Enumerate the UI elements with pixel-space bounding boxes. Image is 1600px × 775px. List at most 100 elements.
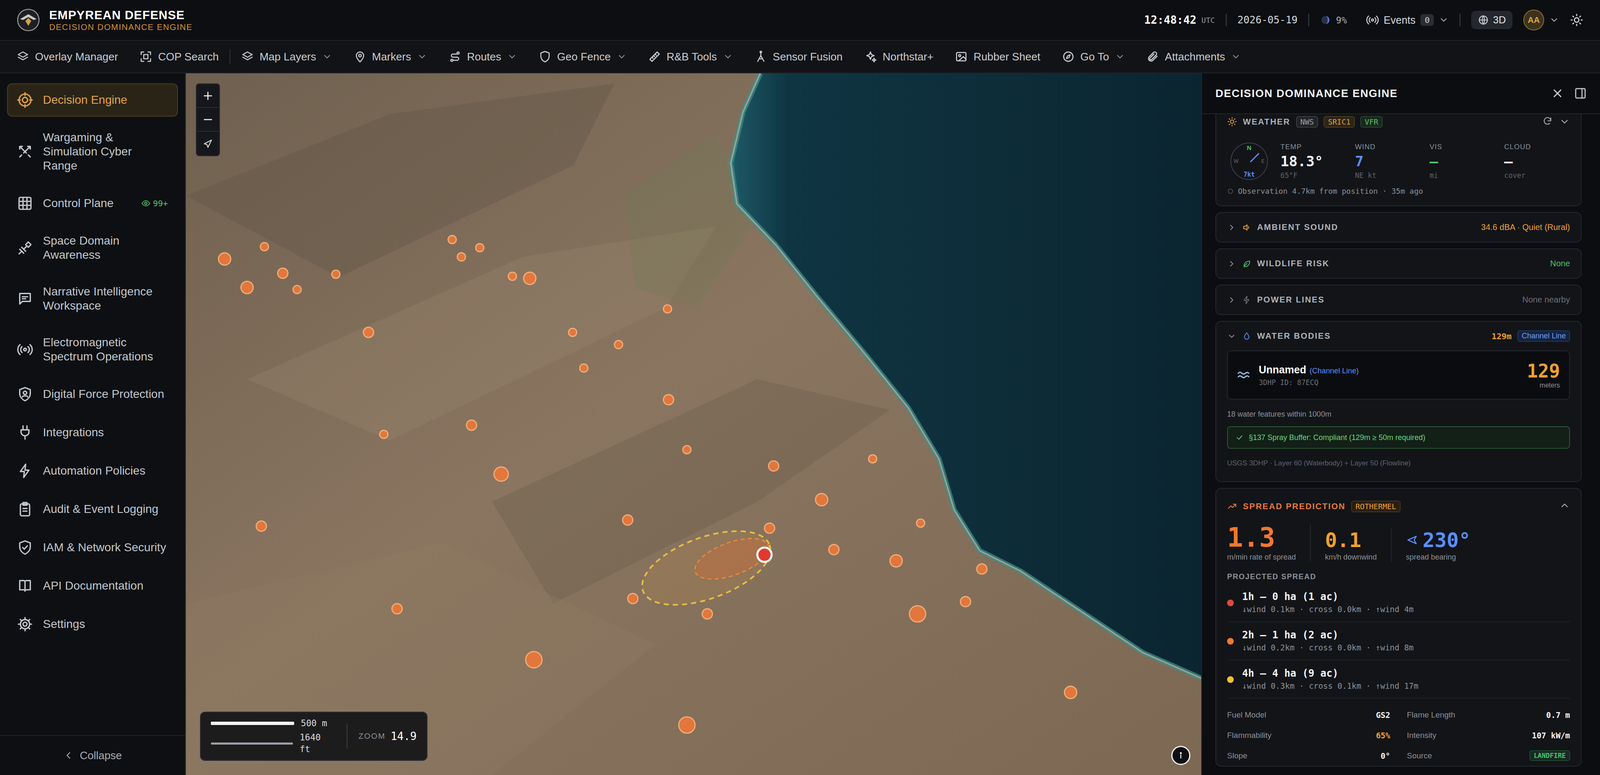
stat-value: 230° bbox=[1405, 528, 1471, 552]
tool-icon bbox=[538, 50, 552, 63]
events-label: Events bbox=[1383, 14, 1416, 27]
sidebar-label: IAM & Network Security bbox=[42, 540, 168, 555]
clock: 12:48:42UTC bbox=[1144, 13, 1215, 27]
decision-panel: DECISION DOMINANCE ENGINEWEATHERNWSSRIC1… bbox=[1201, 73, 1600, 775]
events-button[interactable]: Events0 bbox=[1366, 13, 1449, 27]
zoom-in-button[interactable] bbox=[196, 84, 220, 108]
chevron-left-icon bbox=[62, 750, 74, 761]
reset-bearing-button[interactable] bbox=[196, 131, 220, 156]
section-title: WATER BODIES bbox=[1257, 331, 1331, 341]
toolbar-item[interactable]: R&B Tools bbox=[648, 50, 733, 64]
panel-header: DECISION DOMINANCE ENGINE bbox=[1202, 73, 1600, 115]
sidebar-label: Automation Policies bbox=[42, 463, 168, 478]
weather-card: WEATHERNWSSRIC1VFRNWE7ktTEMP18.3°65°FWIN… bbox=[1215, 114, 1582, 207]
toolbar-item[interactable]: Attachments bbox=[1146, 50, 1242, 64]
zoom-readout: ZOOM14.9 bbox=[358, 730, 417, 743]
map-view[interactable]: 500 m1640 ft ZOOM14.9 bbox=[185, 73, 1202, 775]
projection-title: 2h — 1 ha (2 ac) bbox=[1242, 628, 1414, 642]
top-bar: EMPYREAN DEFENSEDECISION DOMINANCE ENGIN… bbox=[0, 0, 1600, 41]
sidebar-item[interactable]: API Documentation bbox=[7, 569, 178, 603]
sidebar-item[interactable]: Wargaming & Simulation Cyber Range bbox=[7, 121, 178, 182]
sidebar-item[interactable]: IAM & Network Security bbox=[7, 530, 178, 565]
view-mode: 3D bbox=[1492, 14, 1506, 26]
toolbar-item[interactable]: Overlay Manager bbox=[16, 50, 118, 64]
scale-imperial: 1640 ft bbox=[210, 731, 336, 755]
sidebar-item[interactable]: Audit & Event Logging bbox=[7, 492, 178, 526]
nav-icon bbox=[17, 462, 33, 479]
toolbar-item[interactable]: Rubber Sheet bbox=[955, 50, 1040, 64]
sidebar-item[interactable]: Settings bbox=[7, 607, 178, 641]
section-icon bbox=[1242, 222, 1252, 233]
card-header[interactable]: WATER BODIES129mChannel Line bbox=[1227, 321, 1570, 351]
card-header[interactable]: AMBIENT SOUND34.6 dBA · Quiet (Rural) bbox=[1227, 212, 1570, 242]
tool-icon bbox=[955, 50, 968, 63]
info-button[interactable] bbox=[1171, 745, 1191, 765]
sidebar-item[interactable]: Integrations bbox=[7, 415, 178, 450]
property-label: Intensity bbox=[1407, 730, 1437, 740]
property-label: Slope bbox=[1227, 751, 1248, 761]
scale-rows[interactable]: 500 m1640 ft bbox=[210, 717, 336, 755]
toolbar-item[interactable]: Northstar+ bbox=[864, 50, 934, 64]
projection-row: 1h — 0 ha (1 ac)↓wind 0.1km · cross 0.0k… bbox=[1227, 583, 1570, 623]
dock-icon[interactable] bbox=[1574, 87, 1587, 100]
user-avatar: AA bbox=[1523, 9, 1545, 31]
projected-title: PROJECTED SPREAD bbox=[1227, 572, 1570, 582]
toolbar-item[interactable]: Go To bbox=[1062, 50, 1125, 64]
stat-value: — bbox=[1429, 152, 1505, 170]
sidebar-item[interactable]: Space Domain Awareness bbox=[7, 225, 178, 271]
tool-icon bbox=[448, 50, 462, 63]
sidebar-item[interactable]: Decision Engine bbox=[7, 83, 178, 117]
card-header[interactable]: SPREAD PREDICTIONROTHERMEL bbox=[1227, 488, 1570, 524]
toolbar-item[interactable]: Geo Fence bbox=[538, 50, 627, 64]
imperial-label: 1640 ft bbox=[299, 731, 336, 755]
toolbar: Overlay Manager COP Search Map Layers Marke… bbox=[0, 40, 1600, 74]
card-header[interactable]: WILDLIFE RISKNone bbox=[1227, 249, 1570, 278]
toolbar-item[interactable]: Sensor Fusion bbox=[754, 50, 843, 64]
imperial-bar bbox=[210, 742, 293, 745]
water-tag: Channel Line bbox=[1517, 330, 1570, 342]
sidebar-item[interactable]: Control Plane99+ bbox=[7, 186, 178, 220]
separator bbox=[1308, 13, 1310, 27]
plus-icon bbox=[201, 89, 215, 103]
compass-north: N bbox=[1231, 144, 1268, 152]
toolbar-item[interactable]: COP Search bbox=[139, 50, 219, 64]
sidebar-item[interactable]: Automation Policies bbox=[7, 454, 178, 488]
chevron-icon[interactable] bbox=[1559, 116, 1570, 128]
tool-icon bbox=[16, 50, 30, 63]
feature-text: Unnamed(Channel Line)3DHP ID: 87ECQ bbox=[1258, 363, 1359, 387]
sidebar-item[interactable]: Electromagnetic Spectrum Operations bbox=[7, 326, 178, 373]
sidebar-label: Electromagnetic Spectrum Operations bbox=[42, 335, 168, 364]
stat-unit: cover bbox=[1504, 171, 1579, 180]
clock-time: 12:48:42 bbox=[1144, 13, 1197, 27]
sidebar-item[interactable]: Narrative Intelligence Workspace bbox=[7, 275, 178, 322]
refresh-icon[interactable] bbox=[1542, 116, 1553, 127]
weather-header[interactable]: WEATHERNWSSRIC1VFR bbox=[1227, 114, 1570, 130]
theme-icon[interactable] bbox=[1570, 13, 1584, 27]
collapse-button[interactable]: Collapse bbox=[0, 735, 185, 775]
weather-stat: VIS—mi bbox=[1429, 142, 1505, 180]
sidebar-item[interactable]: Digital Force Protection bbox=[7, 377, 178, 411]
user-menu[interactable]: AA bbox=[1523, 9, 1560, 31]
toolbar-label: Map Layers bbox=[259, 50, 317, 64]
minus-icon bbox=[201, 113, 215, 126]
chevron-icon bbox=[1559, 500, 1570, 511]
sidebar-label: Settings bbox=[42, 617, 168, 632]
zoom-level: 14.9 bbox=[390, 730, 417, 743]
bearing-icon bbox=[1405, 533, 1419, 547]
zoom-out-button[interactable] bbox=[196, 107, 220, 132]
nav-icon bbox=[17, 501, 33, 518]
close-icon[interactable] bbox=[1550, 86, 1565, 100]
toolbar-divider bbox=[229, 49, 231, 65]
water-icon bbox=[1242, 331, 1252, 341]
stat-unit: mi bbox=[1429, 171, 1505, 180]
toolbar-item[interactable]: Map Layers bbox=[241, 50, 333, 64]
card-header[interactable]: POWER LINESNone nearby bbox=[1227, 285, 1570, 315]
waves-icon bbox=[1237, 367, 1252, 383]
toolbar-item[interactable]: Markers bbox=[353, 50, 428, 64]
view-mode-toggle[interactable]: 3D bbox=[1471, 10, 1513, 30]
property-row: Fuel ModelGS2 bbox=[1227, 704, 1391, 725]
map-imagery[interactable] bbox=[185, 73, 1202, 775]
toolbar-item[interactable]: Routes bbox=[448, 50, 518, 64]
property-label: Fuel Model bbox=[1227, 710, 1267, 720]
property-row: Flammability65% bbox=[1227, 725, 1391, 746]
